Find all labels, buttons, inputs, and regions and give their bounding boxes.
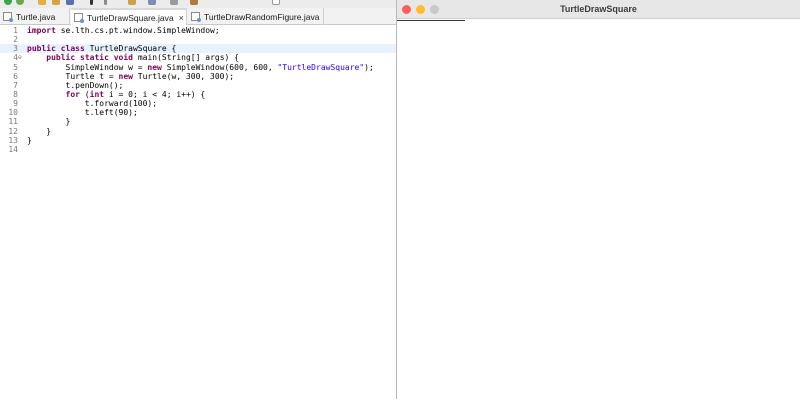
code-line[interactable]: 5 SimpleWindow w = new SimpleWindow(600,… xyxy=(0,63,396,72)
code-line[interactable]: 7 t.penDown(); xyxy=(0,81,396,90)
line-number: 10 xyxy=(8,108,18,118)
line-number: 2 xyxy=(13,35,18,45)
code-text: t.left(90); xyxy=(27,108,138,118)
code-line[interactable]: 14 xyxy=(0,145,396,154)
code-line[interactable]: 2 xyxy=(0,35,396,44)
line-number: 3 xyxy=(13,44,18,54)
code-text: } xyxy=(27,126,52,136)
pin-icon[interactable] xyxy=(170,0,178,5)
java-file-icon xyxy=(191,12,201,22)
code-line[interactable]: 9 t.forward(100); xyxy=(0,99,396,108)
line-number: 12 xyxy=(8,126,18,136)
code-line[interactable]: 10 t.left(90); xyxy=(0,108,396,117)
code-text: for (int i = 0; i < 4; i++) { xyxy=(65,89,206,99)
new-class-icon[interactable] xyxy=(38,0,46,5)
drawing-canvas[interactable] xyxy=(397,20,800,399)
simple-window: TurtleDrawSquare xyxy=(397,0,800,399)
line-number: 9 xyxy=(13,99,18,109)
code-text: public static void main(String[] args) { xyxy=(46,53,239,63)
fold-toggle-icon[interactable]: ⊖ xyxy=(18,53,22,62)
focus-indicator xyxy=(397,20,465,21)
run-icon[interactable] xyxy=(4,0,12,5)
code-line[interactable]: 12 } xyxy=(0,127,396,136)
back-icon[interactable] xyxy=(128,0,136,5)
code-line[interactable]: 11 } xyxy=(0,117,396,126)
code-text: } xyxy=(27,117,71,127)
code-editor[interactable]: 1 import se.lth.cs.pt.window.SimpleWindow… xyxy=(0,26,396,154)
code-line[interactable]: 8 for (int i = 0; i < 4; i++) { xyxy=(0,90,396,99)
window-titlebar[interactable]: TurtleDrawSquare xyxy=(397,0,800,19)
line-number: 14 xyxy=(8,144,18,154)
code-text: t.penDown(); xyxy=(27,80,124,90)
tab-label: TurtleDrawSquare.java xyxy=(87,12,174,23)
line-number: 7 xyxy=(13,80,18,90)
next-annotation-icon[interactable] xyxy=(90,0,93,5)
forward-icon[interactable] xyxy=(148,0,156,5)
code-line[interactable]: 13} xyxy=(0,136,396,145)
open-type-icon[interactable] xyxy=(52,0,60,5)
code-line[interactable]: 1 import se.lth.cs.pt.window.SimpleWindow… xyxy=(0,26,396,35)
tab-label: TurtleDrawRandomFigure.java xyxy=(204,11,320,22)
editor-tab-bar: Turtle.java TurtleDrawSquare.java × Turt… xyxy=(0,8,396,25)
search-icon[interactable] xyxy=(66,0,74,5)
tab-turtledrawsquare-java[interactable]: TurtleDrawSquare.java × xyxy=(71,8,187,25)
code-line[interactable]: 6 Turtle t = new Turtle(w, 300, 300); xyxy=(0,72,396,81)
code-line[interactable]: 4 ⊖ public static void main(String[] args… xyxy=(0,53,396,62)
tab-turtledrawrandomfigure-java[interactable]: TurtleDrawRandomFigure.java xyxy=(188,8,324,25)
java-file-icon xyxy=(74,13,84,23)
code-text: t.forward(100); xyxy=(27,99,158,109)
last-edit-icon[interactable] xyxy=(190,0,198,5)
view-menu-icon[interactable] xyxy=(272,0,280,5)
code-text: import se.lth.cs.pt.window.SimpleWindow; xyxy=(27,26,220,35)
tab-label: Turtle.java xyxy=(16,11,56,22)
line-number: 4 xyxy=(13,53,18,63)
debug-icon[interactable] xyxy=(16,0,24,5)
line-number: 11 xyxy=(8,117,18,127)
eclipse-editor: Turtle.java TurtleDrawSquare.java × Turt… xyxy=(0,0,396,399)
code-text: } xyxy=(27,135,32,145)
code-text: Turtle t = new Turtle(w, 300, 300); xyxy=(27,71,235,81)
java-file-icon xyxy=(3,12,13,22)
line-number: 5 xyxy=(13,62,18,72)
line-number: 8 xyxy=(13,89,18,99)
line-number: 13 xyxy=(8,135,18,145)
line-number: 1 xyxy=(13,26,18,35)
line-number: 6 xyxy=(13,71,18,81)
window-title: TurtleDrawSquare xyxy=(560,4,637,14)
eclipse-toolbar xyxy=(0,0,396,8)
tab-turtle-java[interactable]: Turtle.java xyxy=(0,8,70,25)
code-text: SimpleWindow w = new SimpleWindow(600, 6… xyxy=(27,62,374,72)
close-tab-icon[interactable]: × xyxy=(179,13,184,23)
prev-annotation-icon[interactable] xyxy=(104,0,107,5)
